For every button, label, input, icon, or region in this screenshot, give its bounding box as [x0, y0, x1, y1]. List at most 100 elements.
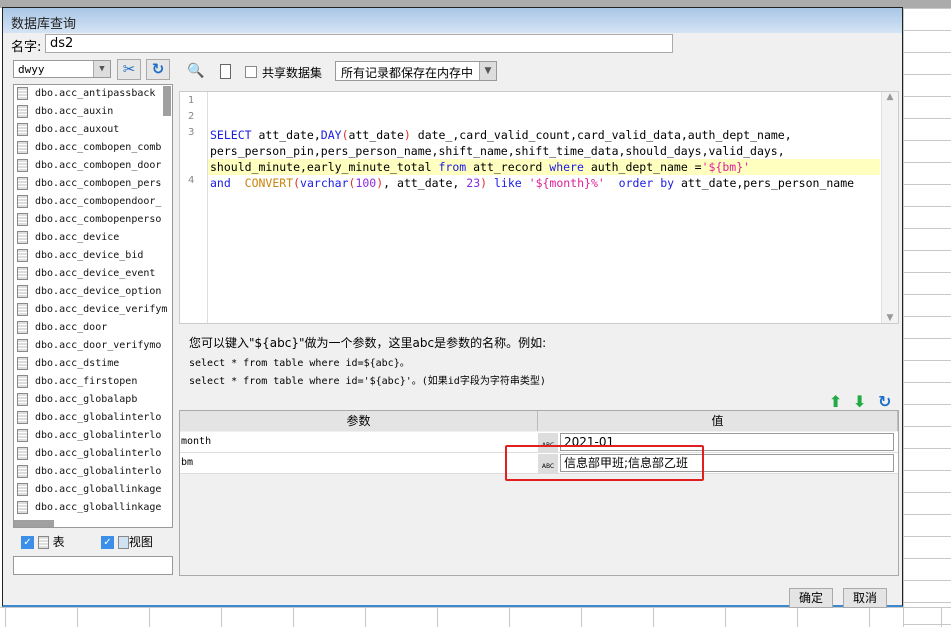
table-name: dbo.acc_globallinkage [35, 484, 162, 495]
code-token: from [438, 160, 467, 174]
chevron-down-icon[interactable]: ▼ [479, 62, 496, 80]
table-icon [17, 284, 28, 298]
list-item[interactable]: dbo.acc_globalinterlo [14, 445, 172, 463]
list-item[interactable]: dbo.acc_auxin [14, 103, 172, 121]
table-name: dbo.acc_firstopen [35, 376, 138, 387]
code-line: SELECT att_date,DAY(att_date) date_,card… [208, 127, 880, 143]
list-item[interactable]: dbo.acc_device_verifym [14, 301, 172, 319]
table-name: dbo.acc_device_verifym [35, 304, 168, 315]
table-icon [37, 536, 49, 549]
code-token: ( [341, 128, 349, 142]
show-views-checkbox[interactable]: ✓ [101, 536, 114, 549]
list-item[interactable]: dbo.acc_device_option [14, 283, 172, 301]
query-panel: 🔍 共享数据集 所有记录都保存在内存中 ▼ 1234 SELECT att_dat… [179, 58, 899, 576]
table-icon [17, 266, 28, 280]
show-tables-option[interactable]: ✓ 表 [21, 533, 65, 550]
list-item[interactable]: dbo.acc_antipassback [14, 85, 172, 103]
list-item[interactable]: dbo.acc_globallinkage [14, 499, 172, 517]
line-number: 4 [188, 175, 195, 186]
list-item[interactable]: dbo.acc_combopenperso [14, 211, 172, 229]
table-icon [17, 248, 28, 262]
list-item[interactable]: dbo.acc_globalinterlo [14, 409, 172, 427]
list-item[interactable]: dbo.acc_door [14, 319, 172, 337]
scroll-up-icon[interactable]: ▲ [882, 92, 898, 102]
code-token: DAY [320, 128, 342, 142]
code-token: auth_dept_name = [583, 160, 702, 174]
code-token: CONVERT [244, 176, 294, 190]
list-item[interactable]: dbo.acc_combopen_pers [14, 175, 172, 193]
list-item[interactable]: dbo.acc_globalinterlo [14, 463, 172, 481]
table-icon [17, 428, 28, 442]
horizontal-scrollbar[interactable] [14, 520, 54, 527]
storage-mode-select[interactable]: 所有记录都保存在内存中 ▼ [335, 61, 497, 81]
list-item[interactable]: dbo.acc_globalapb [14, 391, 172, 409]
refresh-button[interactable]: ↻ [146, 59, 170, 80]
table-icon [17, 104, 28, 118]
share-dataset-checkbox[interactable] [245, 66, 257, 78]
table-icon [17, 230, 28, 244]
move-down-icon[interactable]: ⬇ [853, 392, 866, 411]
list-item[interactable]: dbo.acc_door_verifymo [14, 337, 172, 355]
show-tables-checkbox[interactable]: ✓ [21, 536, 34, 549]
table-name: dbo.acc_device_option [35, 286, 162, 297]
preview-icon[interactable]: 🔍 [187, 63, 204, 79]
list-item[interactable]: dbo.acc_combopen_door [14, 157, 172, 175]
list-item[interactable]: dbo.acc_device_bid [14, 247, 172, 265]
table-icon [17, 374, 28, 388]
code-token: varchar [300, 176, 349, 190]
table-list[interactable]: dbo.acc_antipassback dbo.acc_auxin dbo.acc… [13, 84, 173, 528]
database-select[interactable]: dwyy ▼ [13, 60, 111, 78]
list-item[interactable]: dbo.acc_combopen_comb [14, 139, 172, 157]
table-icon [17, 140, 28, 154]
code-token: '${bm}' [701, 160, 751, 174]
vertical-scrollbar[interactable] [163, 86, 171, 116]
list-item[interactable]: dbo.acc_device_event [14, 265, 172, 283]
table-name: dbo.acc_combopen_door [35, 160, 162, 171]
list-item[interactable]: dbo.acc_globalinterlo [14, 427, 172, 445]
list-item[interactable]: dbo.acc_combopendoor_ [14, 193, 172, 211]
table-icon [17, 320, 28, 334]
scroll-down-icon[interactable]: ▼ [882, 313, 898, 323]
dialog-title: 数据库查询 [3, 8, 902, 33]
editor-scrollbar[interactable]: ▲ ▼ [881, 92, 898, 323]
new-document-icon[interactable] [220, 64, 231, 79]
help-line-1: 您可以键入"${abc}"做为一个参数，这里abc是参数的名称。例如: [189, 336, 547, 350]
table-name: dbo.acc_globallinkage [35, 502, 162, 513]
refresh-params-icon[interactable]: ↻ [878, 392, 891, 411]
table-name: dbo.acc_device_bid [35, 250, 144, 261]
table-browser: dwyy ▼ ✂ ↻ dbo.acc_antipassback dbo.acc_au… [11, 58, 175, 576]
table-icon [17, 464, 28, 478]
code-token: att_date [348, 128, 404, 142]
ok-button[interactable]: 确定 [789, 588, 833, 608]
name-input[interactable]: ds2 [45, 34, 673, 53]
show-views-option[interactable]: ✓ 视图 [101, 533, 153, 550]
move-up-icon[interactable]: ⬆ [829, 392, 842, 411]
code-token: where [549, 160, 584, 174]
database-query-dialog: 数据库查询 名字: ds2 dwyy ▼ ✂ ↻ dbo.acc_antipass… [2, 7, 903, 608]
connection-settings-button[interactable]: ✂ [117, 59, 141, 80]
list-item[interactable]: dbo.acc_device [14, 229, 172, 247]
sql-editor[interactable]: 1234 SELECT att_date,DAY(att_date) date_… [179, 91, 899, 324]
table-name: dbo.acc_antipassback [35, 88, 156, 99]
table-name: dbo.acc_device_event [35, 268, 156, 279]
table-name: dbo.acc_door_verifymo [35, 340, 162, 351]
share-dataset-label: 共享数据集 [262, 66, 323, 80]
chevron-down-icon[interactable]: ▼ [93, 61, 110, 77]
table-name: dbo.acc_device [35, 232, 120, 243]
column-header-param: 参数 [180, 411, 538, 431]
table-name: dbo.acc_combopenperso [35, 214, 162, 225]
table-filter-input[interactable] [13, 556, 173, 575]
annotation-highlight-box [505, 445, 704, 481]
list-item[interactable]: dbo.acc_auxout [14, 121, 172, 139]
help-line-2: select * from table where id=${abc}。 [189, 358, 410, 369]
database-select-value: dwyy [18, 63, 45, 76]
column-header-value: 值 [538, 411, 898, 431]
cancel-button[interactable]: 取消 [843, 588, 887, 608]
list-item[interactable]: dbo.acc_firstopen [14, 373, 172, 391]
list-item[interactable]: dbo.acc_globallinkage [14, 481, 172, 499]
list-item[interactable]: dbo.acc_dstime [14, 355, 172, 373]
table-icon [17, 410, 28, 424]
